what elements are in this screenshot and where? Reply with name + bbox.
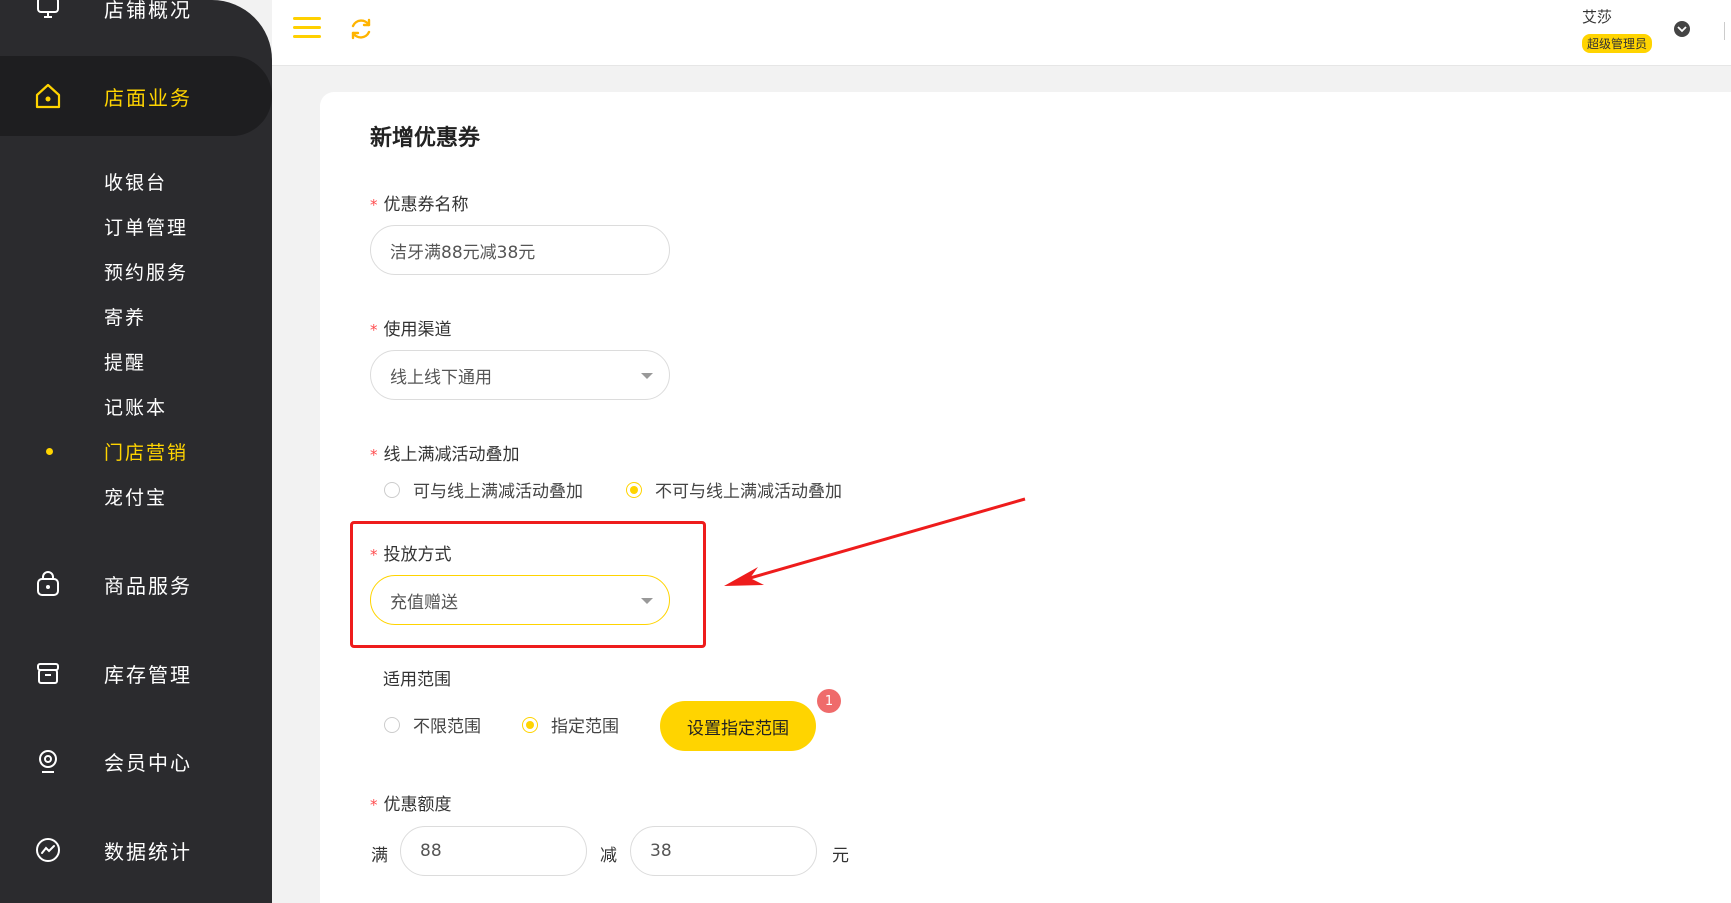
sidebar-subitem-boarding[interactable]: 寄养 [104, 303, 146, 330]
sidebar-subitem-petpay[interactable]: 宠付宝 [104, 483, 167, 510]
sidebar-item-label: 会员中心 [104, 750, 192, 775]
sidebar-item-store-business[interactable]: 店面业务 [0, 56, 272, 136]
sidebar-item-inventory[interactable]: 库存管理 [0, 649, 272, 697]
home-icon [33, 81, 63, 111]
sidebar-item-statistics[interactable]: 数据统计 [0, 826, 272, 874]
chevron-down-icon[interactable] [1674, 21, 1690, 37]
radio-circle [384, 716, 400, 733]
sidebar-subitem-orders[interactable]: 订单管理 [104, 213, 188, 240]
amount-unit: 元 [832, 846, 849, 866]
bag-icon [33, 569, 63, 599]
sidebar-item-label: 库存管理 [104, 662, 192, 687]
discount-label: * 优惠额度 [370, 795, 452, 815]
sidebar-subitem-reminders[interactable]: 提醒 [104, 348, 146, 375]
radio-circle [626, 481, 642, 498]
chart-icon [33, 835, 63, 865]
amount-prefix: 减 [600, 846, 617, 866]
scope-label: 适用范围 [383, 670, 451, 690]
sidebar-subitem-cashier[interactable]: 收银台 [104, 168, 167, 195]
required-mark: * [370, 196, 378, 214]
annotation-highlight-box [350, 521, 706, 648]
active-indicator-dot [46, 448, 53, 455]
sidebar: 店铺概况 店面业务 收银台 订单管理 预约服务 寄养 提醒 记账本 门店营销 宠… [0, 0, 272, 903]
coupon-name-input[interactable]: 洁牙满88元减38元 [370, 225, 670, 275]
required-mark: * [370, 321, 378, 339]
scope-radio-unlimited[interactable]: 不限范围 [384, 712, 481, 737]
sidebar-item-label: 商品服务 [104, 573, 192, 598]
box-icon [33, 658, 63, 688]
coupon-name-label: * 优惠券名称 [370, 195, 469, 215]
sidebar-item-products[interactable]: 商品服务 [0, 560, 272, 608]
notification-badge: 1 [817, 689, 841, 713]
header-divider [1724, 22, 1725, 40]
required-mark: * [370, 796, 378, 814]
required-mark: * [370, 446, 378, 464]
sidebar-item-members[interactable]: 会员中心 [0, 737, 272, 785]
sidebar-item-label: 数据统计 [104, 839, 192, 864]
top-header: 艾莎 超级管理员 [272, 0, 1731, 66]
annotation-arrow [724, 497, 1026, 586]
sidebar-item-label: 店铺概况 [104, 0, 192, 22]
refresh-icon[interactable] [348, 16, 374, 42]
sidebar-item-label: 店面业务 [104, 85, 192, 110]
member-icon [33, 746, 63, 776]
amount-input[interactable]: 38 [630, 826, 817, 876]
channel-label: * 使用渠道 [370, 320, 452, 340]
threshold-prefix: 满 [371, 846, 388, 866]
monitor-icon [33, 0, 63, 23]
threshold-input[interactable]: 88 [400, 826, 587, 876]
sidebar-item-overview[interactable]: 店铺概况 [0, 0, 272, 32]
scope-radio-specified[interactable]: 指定范围 [522, 712, 619, 737]
channel-select-value: 线上线下通用 [390, 367, 492, 388]
radio-circle [384, 481, 400, 498]
sidebar-subitem-store-marketing[interactable]: 门店营销 [104, 438, 188, 465]
sidebar-subitem-ledger[interactable]: 记账本 [104, 393, 167, 420]
stacking-label: * 线上满减活动叠加 [370, 445, 520, 465]
user-role-badge: 超级管理员 [1582, 34, 1653, 53]
stacking-radio-allow[interactable]: 可与线上满减活动叠加 [384, 477, 583, 502]
page-title: 新增优惠券 [370, 126, 481, 151]
set-scope-button[interactable]: 设置指定范围 [660, 701, 816, 751]
channel-select[interactable]: 线上线下通用 [370, 350, 670, 400]
menu-toggle-icon[interactable] [293, 17, 321, 39]
caret-down-icon [641, 373, 653, 379]
user-name: 艾莎 [1582, 8, 1613, 26]
sidebar-subitem-appointments[interactable]: 预约服务 [104, 258, 188, 285]
radio-circle [522, 716, 538, 733]
